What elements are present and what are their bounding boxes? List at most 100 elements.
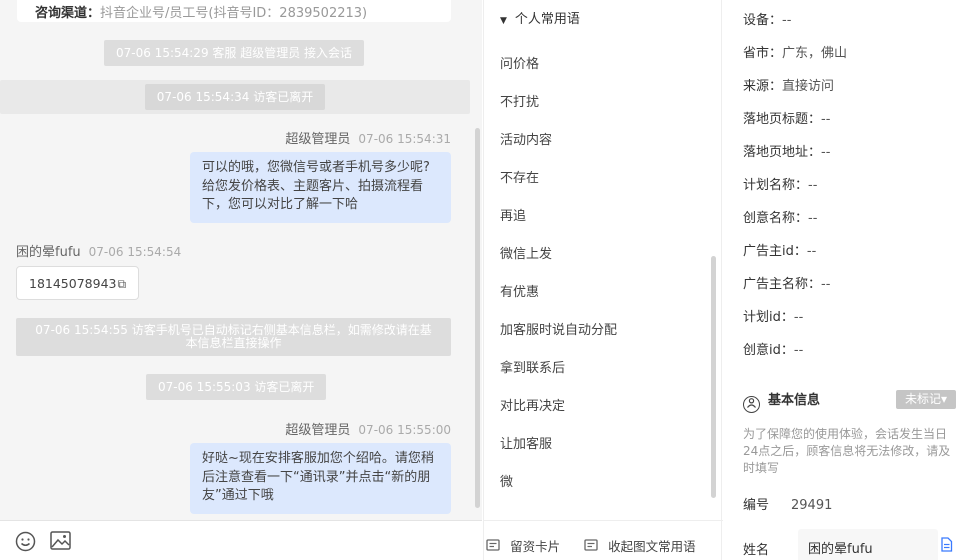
visitor-info-pane: 设备：-- 省市：广东，佛山 来源：直接访问 落地页标题：-- 落地页地址：--… bbox=[723, 0, 965, 560]
phrase-item[interactable]: 微信上发 bbox=[500, 243, 552, 262]
info-value: -- bbox=[821, 145, 831, 160]
info-row-landing-title: 落地页标题：-- bbox=[743, 108, 830, 127]
info-value: 广东，佛山 bbox=[782, 46, 848, 61]
phrase-item[interactable]: 对比再决定 bbox=[500, 395, 565, 414]
phrases-footer: 留资卡片 收起图文常用语 bbox=[484, 520, 723, 560]
emoji-icon[interactable] bbox=[15, 531, 36, 557]
name-field[interactable]: 困的晕fufu bbox=[798, 529, 938, 560]
system-message-line: 本信息栏直接操作 bbox=[185, 336, 282, 350]
system-message-band: 07-06 15:54:34 访客已离开 bbox=[0, 80, 470, 114]
message-line: 给您发价格表、主题客片、拍摄流程看 bbox=[202, 178, 424, 194]
channel-value: 抖音企业号/员工号(抖音号ID：2839502213) bbox=[100, 6, 368, 21]
info-label: 来源： bbox=[743, 79, 783, 94]
collapse-phrases-label: 收起图文常用语 bbox=[608, 539, 696, 554]
sender-name: 超级管理员 bbox=[285, 132, 351, 147]
info-label: 计划id： bbox=[743, 310, 794, 325]
info-row-device: 设备：-- bbox=[743, 9, 791, 28]
message-line: 后注意查看一下“通讯录”并点击“新的朋 bbox=[202, 469, 431, 485]
basic-info-header: 基本信息 bbox=[743, 389, 820, 413]
message-time: 07-06 15:55:00 bbox=[358, 423, 451, 437]
number-value: 29491 bbox=[791, 498, 833, 513]
info-label: 广告主名称： bbox=[743, 277, 822, 292]
system-message: 07-06 15:54:34 访客已离开 bbox=[144, 84, 326, 110]
info-row-plan-id: 计划id：-- bbox=[743, 306, 803, 325]
edit-deadline-note: 为了保障您的使用体验，会话发生当日24点之后，顾客信息将无法修改，请及时填写 bbox=[743, 427, 951, 475]
info-value: -- bbox=[793, 310, 804, 325]
phone-number: 18145078943 bbox=[29, 276, 117, 291]
info-label: 省市： bbox=[743, 46, 783, 61]
message-line: 下，您可以对比了解一下哈 bbox=[202, 197, 359, 212]
chat-workspace: 咨询渠道：抖音企业号/员工号(抖音号ID：2839502213) 07-06 1… bbox=[0, 0, 965, 560]
phrase-item[interactable]: 再追 bbox=[500, 205, 526, 224]
info-value: -- bbox=[806, 244, 817, 259]
quick-phrases-pane: ▼ 个人常用语 问价格 不打扰 活动内容 不存在 再追 微信上发 有优惠 加客服时… bbox=[483, 0, 723, 560]
copy-icon[interactable]: ⧉ bbox=[117, 277, 126, 291]
card-icon bbox=[584, 539, 602, 555]
info-value: -- bbox=[821, 112, 831, 127]
message-line: 友”通过下哦 bbox=[202, 488, 274, 503]
chat-scrollbar[interactable] bbox=[475, 128, 480, 508]
card-icon bbox=[486, 539, 504, 555]
phrase-item[interactable]: 不打扰 bbox=[500, 91, 539, 110]
info-label: 创意名称： bbox=[743, 211, 809, 226]
message-line: 好哒~现在安排客服加您个绍哈。请您稍 bbox=[202, 451, 434, 466]
channel-card: 咨询渠道：抖音企业号/员工号(抖音号ID：2839502213) bbox=[17, 0, 451, 22]
customer-number-row: 编号 29491 bbox=[743, 494, 832, 513]
phrase-item[interactable]: 微 bbox=[500, 471, 513, 490]
info-row-advertiser-name: 广告主名称：-- bbox=[743, 273, 830, 292]
info-row-region: 省市：广东，佛山 bbox=[743, 42, 847, 61]
info-row-plan-name: 计划名称：-- bbox=[743, 174, 817, 193]
system-message: 07-06 15:54:29 客服 超级管理员 接入会话 bbox=[104, 40, 365, 66]
system-message: 07-06 15:54:55 访客手机号已自动标记右侧基本信息栏，如需修改请在基… bbox=[16, 318, 451, 356]
message-line: 可以的哦，您微信号或者手机号多少呢? bbox=[202, 160, 430, 175]
image-icon[interactable] bbox=[50, 531, 71, 555]
copy-icon[interactable] bbox=[940, 537, 953, 556]
info-value: 直接访问 bbox=[782, 79, 835, 94]
phrases-scrollbar[interactable] bbox=[711, 256, 716, 498]
info-label: 设备： bbox=[743, 13, 783, 28]
lead-card-label: 留资卡片 bbox=[510, 539, 561, 554]
phrase-group-title: 个人常用语 bbox=[514, 12, 580, 27]
sender-name: 困的晕fufu bbox=[16, 245, 81, 260]
channel-label: 咨询渠道： bbox=[35, 6, 101, 21]
info-label: 创意id： bbox=[743, 343, 794, 358]
info-row-creative-id: 创意id：-- bbox=[743, 339, 803, 358]
message-time: 07-06 15:54:31 bbox=[358, 132, 451, 146]
phrase-group-header[interactable]: ▼ 个人常用语 bbox=[500, 8, 580, 27]
info-value: -- bbox=[782, 13, 792, 28]
phrase-item[interactable]: 活动内容 bbox=[500, 129, 552, 148]
visitor-message-bubble: 18145078943⧉ bbox=[16, 266, 140, 300]
info-label: 计划名称： bbox=[743, 178, 809, 193]
collapse-phrases-button[interactable]: 收起图文常用语 bbox=[584, 536, 696, 555]
phrase-item[interactable]: 加客服时说自动分配 bbox=[500, 319, 617, 338]
phrase-item[interactable]: 问价格 bbox=[500, 53, 539, 72]
info-row-landing-url: 落地页地址：-- bbox=[743, 141, 830, 160]
user-circle-icon bbox=[743, 396, 760, 413]
sender-name: 超级管理员 bbox=[285, 423, 351, 438]
chat-pane: 咨询渠道：抖音企业号/员工号(抖音号ID：2839502213) 07-06 1… bbox=[0, 0, 482, 560]
info-value: -- bbox=[793, 343, 804, 358]
info-label: 广告主id： bbox=[743, 244, 807, 259]
info-row-creative-name: 创意名称：-- bbox=[743, 207, 817, 226]
info-value: -- bbox=[808, 178, 818, 193]
message-meta: 困的晕fufu 07-06 15:54:54 bbox=[16, 241, 181, 260]
agent-message-bubble: 可以的哦，您微信号或者手机号多少呢? 给您发价格表、主题客片、拍摄流程看 下，您… bbox=[190, 152, 451, 223]
mark-status-dropdown[interactable]: 未标记▾ bbox=[896, 390, 956, 409]
info-label: 落地页地址： bbox=[743, 145, 822, 160]
caret-down-icon: ▼ bbox=[500, 16, 507, 26]
section-title: 基本信息 bbox=[768, 393, 821, 408]
phrase-item[interactable]: 让加客服 bbox=[500, 433, 552, 452]
name-label: 姓名 bbox=[743, 543, 770, 558]
message-meta: 超级管理员 07-06 15:55:00 bbox=[285, 419, 451, 438]
message-time: 07-06 15:54:54 bbox=[88, 245, 182, 259]
lead-card-button[interactable]: 留资卡片 bbox=[486, 536, 560, 555]
info-label: 落地页标题： bbox=[743, 112, 822, 127]
info-row-advertiser-id: 广告主id：-- bbox=[743, 240, 816, 259]
phrase-item[interactable]: 有优惠 bbox=[500, 281, 539, 300]
message-meta: 超级管理员 07-06 15:54:31 bbox=[285, 128, 451, 147]
info-row-source: 来源：直接访问 bbox=[743, 75, 834, 94]
phrase-item[interactable]: 拿到联系后 bbox=[500, 357, 565, 376]
agent-message-bubble: 好哒~现在安排客服加您个绍哈。请您稍 后注意查看一下“通讯录”并点击“新的朋 友… bbox=[190, 443, 451, 514]
phrase-item[interactable]: 不存在 bbox=[500, 167, 539, 186]
info-value: -- bbox=[808, 211, 818, 226]
